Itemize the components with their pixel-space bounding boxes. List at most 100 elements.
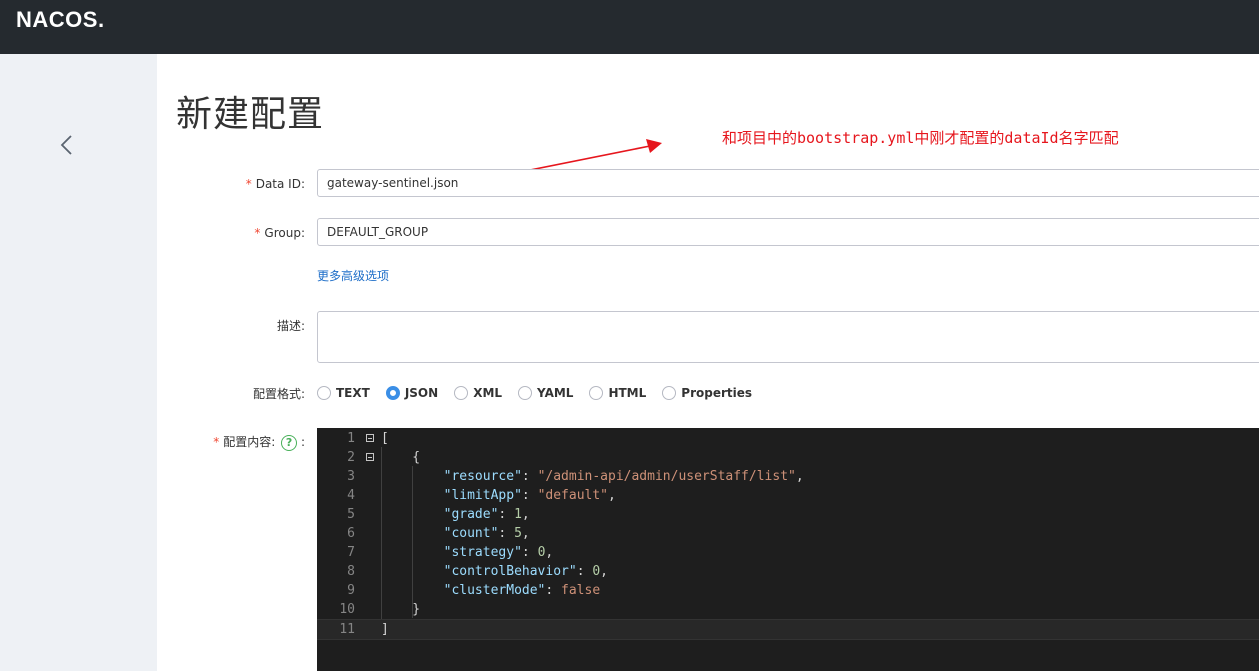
radio-label: Properties (681, 386, 753, 400)
code-token: "controlBehavior" (443, 564, 577, 579)
nacos-logo[interactable]: NACOS. (16, 7, 105, 33)
fold-toggle-icon[interactable] (366, 434, 374, 442)
code-line[interactable]: 6 "count": 5, (317, 524, 1259, 543)
code-line[interactable]: 8 "controlBehavior": 0, (317, 562, 1259, 581)
code-token: 0 (592, 564, 601, 579)
code-token: [ (381, 431, 389, 446)
radio-circle[interactable] (317, 386, 331, 400)
code-text: } (381, 600, 420, 619)
content-label-text: 配置内容: (223, 435, 276, 449)
help-icon[interactable]: ? (281, 434, 298, 451)
code-token: "limitApp" (443, 488, 522, 503)
code-token: , (521, 507, 530, 522)
format-radio-xml[interactable]: XML (454, 386, 502, 400)
code-token: : (521, 488, 538, 503)
data-id-label: * Data ID: (175, 176, 305, 192)
code-text: "strategy": 0, (381, 543, 554, 562)
radio-circle[interactable] (662, 386, 677, 400)
content-label-colon: : (300, 435, 305, 449)
line-number: 10 (339, 602, 355, 617)
content-label: * 配置内容: ? : (175, 434, 305, 451)
code-text: ] (381, 620, 389, 639)
format-radio-json[interactable]: JSON (385, 386, 439, 400)
code-token: : (521, 469, 538, 484)
annotation-text: 和项目中的bootstrap.yml中刚才配置的dataId名字匹配 (722, 129, 1119, 147)
format-radio-text[interactable]: TEXT (317, 386, 370, 400)
format-radio-group: TEXT JSON XML YAML HTML Properties (317, 384, 768, 402)
code-token: "/admin-api/admin/userStaff/list" (537, 469, 796, 484)
description-label: 描述: (276, 319, 305, 333)
code-token: : (521, 545, 538, 560)
description-textarea[interactable] (317, 311, 1259, 363)
code-editor[interactable]: 1[2 {3 "resource": "/admin-api/admin/use… (317, 428, 1259, 671)
radio-circle[interactable] (385, 386, 400, 400)
code-token: , (545, 545, 554, 560)
code-token: } (381, 602, 421, 617)
line-number: 2 (347, 450, 355, 465)
radio-circle[interactable] (589, 386, 604, 400)
format-label: 配置格式: (252, 387, 305, 401)
line-number: 6 (347, 526, 355, 541)
chevron-left-icon (60, 135, 72, 155)
group-label: * Group: (175, 225, 305, 241)
code-token: , (521, 526, 530, 541)
code-token: ] (381, 622, 389, 637)
more-advanced-options-link[interactable]: 更多高级选项 (317, 268, 389, 284)
radio-circle[interactable] (518, 386, 533, 400)
line-number: 5 (347, 507, 355, 522)
back-button[interactable] (52, 130, 82, 160)
code-text: "resource": "/admin-api/admin/userStaff/… (381, 467, 804, 486)
code-token: : (498, 526, 515, 541)
code-line[interactable]: 10 } (317, 600, 1259, 619)
code-token: "grade" (443, 507, 499, 522)
code-token: "strategy" (443, 545, 522, 560)
format-radio-properties[interactable]: Properties (662, 386, 752, 400)
code-text: "clusterMode": false (381, 581, 601, 600)
code-token: : (576, 564, 593, 579)
code-line[interactable]: 9 "clusterMode": false (317, 581, 1259, 600)
code-text: "count": 5, (381, 524, 530, 543)
radio-circle[interactable] (454, 386, 469, 400)
code-line[interactable]: 1[ (317, 429, 1259, 448)
line-number: 4 (347, 488, 355, 503)
format-radio-yaml[interactable]: YAML (518, 386, 573, 400)
code-line[interactable]: 11] (317, 619, 1259, 640)
code-token: : (498, 507, 515, 522)
code-text: "grade": 1, (381, 505, 530, 524)
group-input[interactable]: DEFAULT_GROUP (317, 218, 1259, 246)
code-token: : (545, 583, 562, 598)
code-line[interactable]: 5 "grade": 1, (317, 505, 1259, 524)
required-mark: * (254, 226, 261, 240)
radio-label: JSON (404, 386, 439, 400)
code-line[interactable]: 7 "strategy": 0, (317, 543, 1259, 562)
code-text: "limitApp": "default", (381, 486, 616, 505)
sidebar (0, 54, 157, 671)
code-token: { (381, 450, 421, 465)
format-radio-html[interactable]: HTML (589, 386, 646, 400)
required-mark: * (245, 177, 252, 191)
radio-label: HTML (608, 386, 647, 400)
code-line[interactable]: 4 "limitApp": "default", (317, 486, 1259, 505)
fold-toggle-icon[interactable] (366, 453, 374, 461)
code-token: "default" (537, 488, 609, 503)
line-number: 1 (347, 431, 355, 446)
radio-label: YAML (537, 386, 574, 400)
required-mark: * (213, 435, 220, 449)
code-line[interactable]: 3 "resource": "/admin-api/admin/userStaf… (317, 467, 1259, 486)
code-line[interactable]: 2 { (317, 448, 1259, 467)
radio-label: TEXT (336, 386, 370, 400)
top-navbar: NACOS. (0, 0, 1259, 54)
code-text: { (381, 448, 420, 467)
code-token: "resource" (443, 469, 522, 484)
code-token: 5 (514, 526, 522, 541)
code-token: , (795, 469, 804, 484)
data-id-input[interactable]: gateway-sentinel.json (317, 169, 1259, 197)
code-token: 1 (514, 507, 522, 522)
code-token: , (608, 488, 616, 503)
